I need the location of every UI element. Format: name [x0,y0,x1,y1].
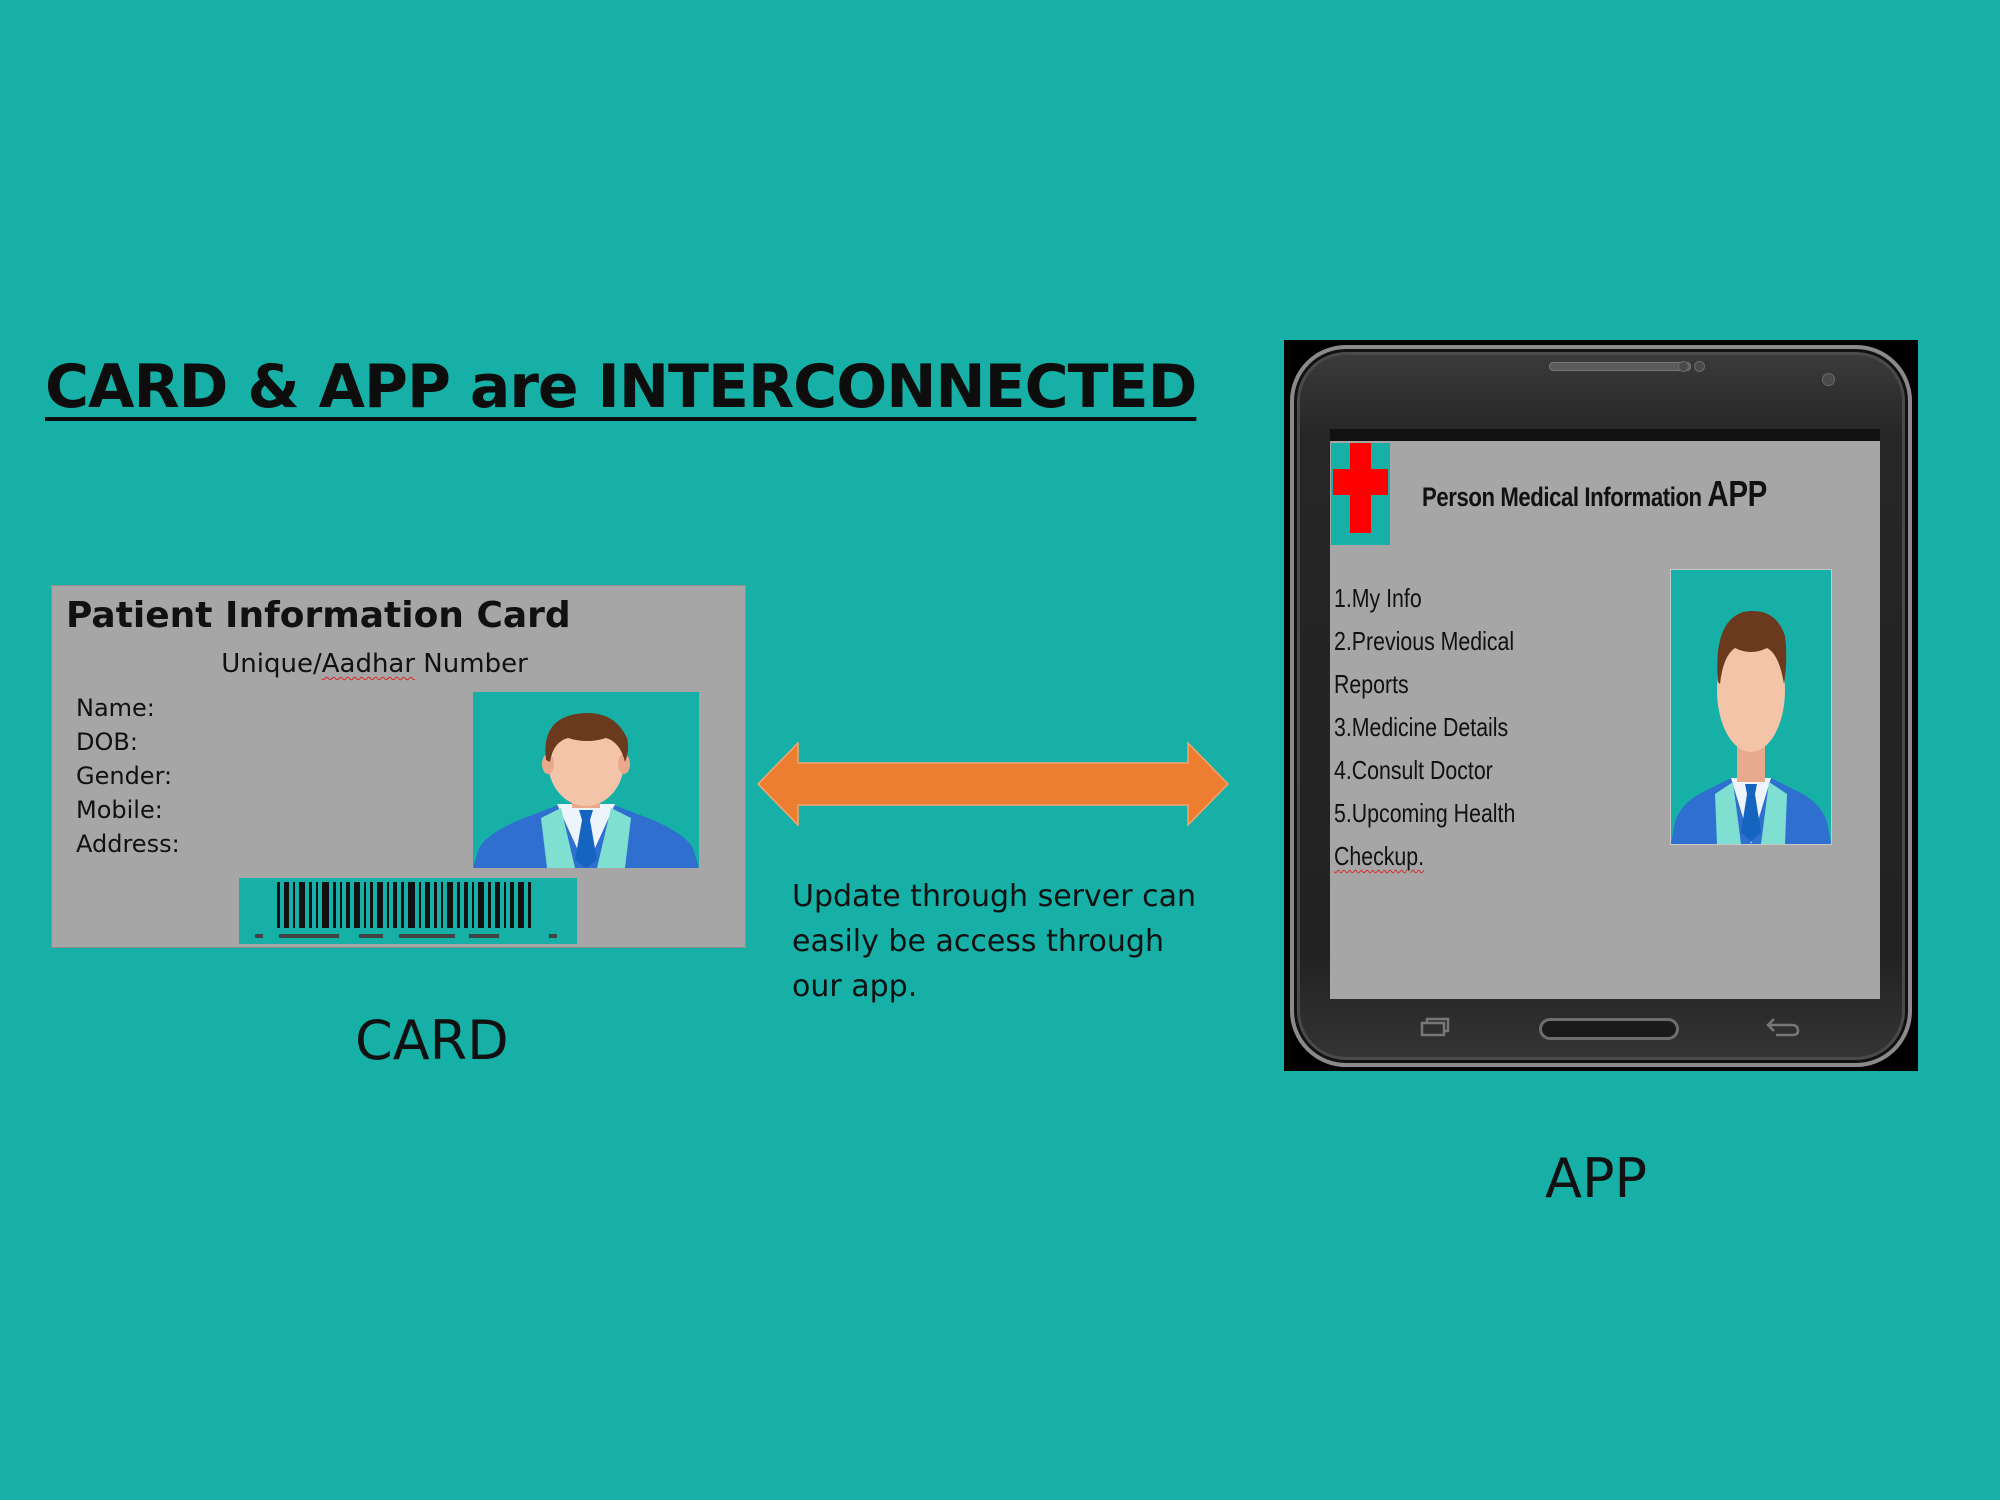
card-field-name: Name: [76,694,155,722]
menu-item-upcoming-health[interactable]: 5.Upcoming Health [1334,792,1515,835]
double-arrow-icon [757,742,1229,826]
menu-item-consult-doctor[interactable]: 4.Consult Doctor [1334,749,1515,792]
phone-screen: Person Medical Information APP 1.My Info… [1330,429,1880,999]
app-title-main: Person Medical Information [1422,482,1708,512]
menu-item-medicine-details[interactable]: 3.Medicine Details [1334,706,1515,749]
app-title: Person Medical Information APP [1422,473,1767,515]
red-cross-icon [1333,443,1388,533]
card-field-mobile: Mobile: [76,796,163,824]
card-field-list: Name: DOB: Gender: Mobile: Address: [76,691,180,861]
arrow-caption: Update through server can easily be acce… [792,879,1196,1004]
page-title: CARD & APP are INTERCONNECTED [45,352,1197,422]
home-button[interactable] [1539,1018,1679,1040]
app-profile-photo [1670,569,1832,845]
card-field-dob: DOB: [76,728,138,756]
menu-item-checkup-text: Checkup. [1334,841,1425,871]
back-icon[interactable] [1762,1015,1802,1039]
card-subtitle-aadhar: Aadhar [321,649,416,679]
recent-apps-icon[interactable] [1414,1015,1454,1039]
card-subtitle: Unique/Aadhar Number [52,649,697,679]
menu-item-my-info[interactable]: 1.My Info [1334,577,1515,620]
card-title: Patient Information Card [66,595,571,636]
app-label: APP [1545,1147,1648,1210]
person-avatar-icon [1671,611,1831,844]
card-subtitle-suffix: Number [415,649,528,679]
app-menu[interactable]: 1.My Info 2.Previous Medical Reports 3.M… [1334,577,1515,878]
app-title-app: APP [1707,473,1767,514]
person-avatar-icon [473,713,699,868]
patient-information-card: Patient Information Card Unique/Aadhar N… [51,585,746,948]
card-subtitle-prefix: Unique/ [221,649,322,679]
status-bar [1330,429,1880,441]
barcode [239,878,577,944]
menu-item-upcoming-health-checkup[interactable]: Checkup. [1334,835,1515,878]
barcode-icon [255,882,557,938]
card-label: CARD [355,1009,509,1072]
phone-frame: Person Medical Information APP 1.My Info… [1290,345,1912,1067]
card-field-address: Address: [76,830,180,858]
phone-speaker [1549,362,1691,371]
camera-icon [1822,373,1835,386]
card-photo [473,692,699,868]
phone-sensor [1678,361,1689,372]
menu-item-previous-medical[interactable]: 2.Previous Medical [1334,620,1515,663]
app-logo [1331,443,1390,545]
menu-item-previous-medical-reports[interactable]: Reports [1334,663,1515,706]
phone-sensor [1694,361,1705,372]
card-field-gender: Gender: [76,762,173,790]
